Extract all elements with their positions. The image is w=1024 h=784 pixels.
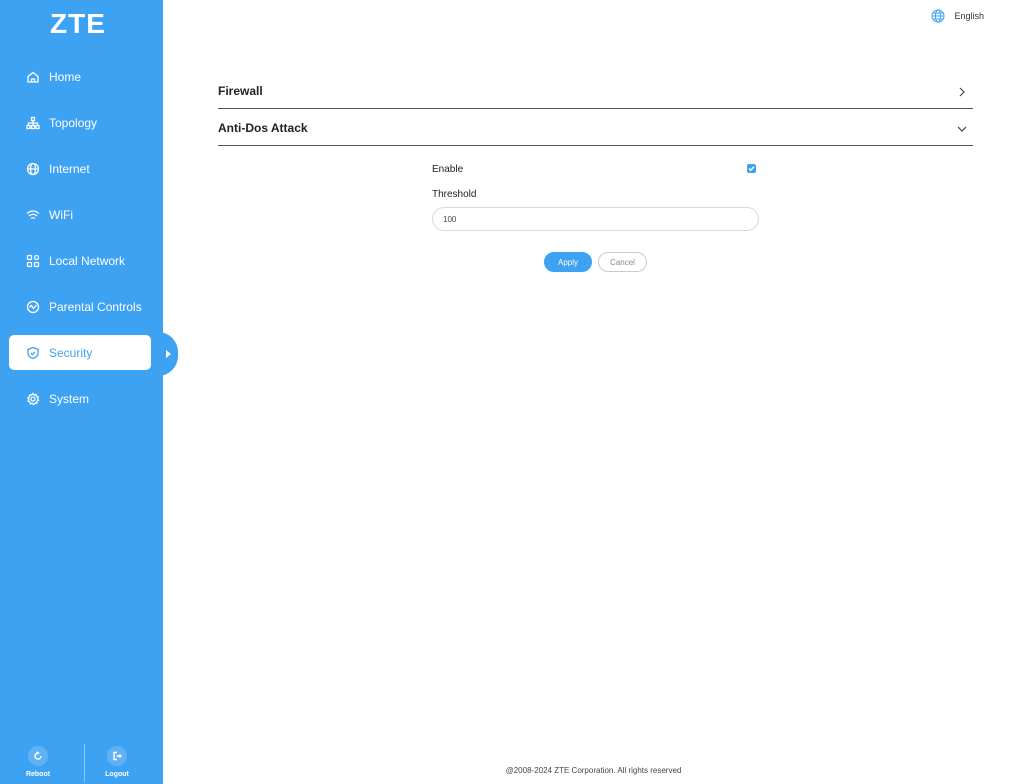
anti-dos-form: Enable Threshold: [432, 160, 759, 231]
logout-icon: [107, 746, 127, 766]
sidebar-item-internet[interactable]: Internet: [0, 146, 163, 192]
reboot-button[interactable]: Reboot: [8, 742, 68, 778]
globe-icon: [26, 162, 40, 176]
anti-dos-title: Anti-Dos Attack: [218, 120, 308, 135]
sidebar: ZTE Home Topology Internet WiFi Local Ne…: [0, 0, 163, 784]
language-selector[interactable]: English: [931, 9, 984, 23]
zte-logo: ZTE: [50, 8, 106, 39]
sidebar-item-wifi[interactable]: WiFi: [0, 192, 163, 238]
gear-icon: [26, 392, 40, 406]
form-actions: Apply Cancel: [544, 252, 647, 272]
grid-icon: [26, 254, 40, 268]
logout-button[interactable]: Logout: [87, 742, 147, 778]
parental-icon: [26, 300, 40, 314]
sidebar-item-label: System: [49, 392, 90, 406]
sidebar-item-topology[interactable]: Topology: [0, 100, 163, 146]
chevron-right-icon: [957, 86, 967, 96]
sidebar-item-label: Security: [49, 346, 93, 360]
sidebar-item-system[interactable]: System: [0, 376, 163, 422]
sidebar-item-label: Parental Controls: [49, 300, 142, 314]
wifi-icon: [26, 208, 40, 222]
logout-label: Logout: [105, 771, 129, 778]
firewall-title: Firewall: [218, 83, 263, 98]
sidebar-nav: Home Topology Internet WiFi Local Networ…: [0, 54, 163, 422]
cancel-button[interactable]: Cancel: [598, 252, 647, 272]
language-label: English: [954, 11, 984, 21]
footer-divider: [84, 744, 85, 782]
globe-icon: [931, 9, 945, 23]
sidebar-item-label: Topology: [49, 116, 98, 130]
threshold-label: Threshold: [432, 189, 477, 200]
threshold-input[interactable]: [432, 207, 759, 231]
copyright-text: @2008-2024 ZTE Corporation. All rights r…: [505, 766, 682, 775]
app-root: ZTE Home Topology Internet WiFi Local Ne…: [0, 0, 1024, 784]
enable-checkbox[interactable]: [747, 164, 756, 173]
reboot-icon: [28, 746, 48, 766]
check-icon: [748, 166, 755, 172]
sidebar-item-label: WiFi: [49, 208, 73, 222]
topology-icon: [26, 116, 40, 130]
sidebar-item-label: Internet: [49, 162, 90, 176]
enable-label: Enable: [432, 163, 464, 175]
anti-dos-section-header[interactable]: Anti-Dos Attack: [218, 110, 973, 146]
sidebar-item-label: Home: [49, 70, 82, 84]
sidebar-item-parental-controls[interactable]: Parental Controls: [0, 284, 163, 330]
sidebar-item-label: Local Network: [49, 254, 126, 268]
sidebar-item-home[interactable]: Home: [0, 54, 163, 100]
active-item-indicator: [158, 332, 178, 376]
reboot-label: Reboot: [25, 771, 51, 778]
shield-icon: [26, 346, 40, 360]
sidebar-item-local-network[interactable]: Local Network: [0, 238, 163, 284]
sidebar-item-security[interactable]: Security: [0, 330, 163, 376]
chevron-down-icon: [957, 123, 967, 133]
enable-row: Enable: [432, 160, 759, 178]
apply-button[interactable]: Apply: [544, 252, 592, 272]
home-icon: [26, 70, 40, 84]
sidebar-footer: Reboot Logout: [0, 742, 163, 784]
firewall-section-header[interactable]: Firewall: [218, 73, 973, 109]
